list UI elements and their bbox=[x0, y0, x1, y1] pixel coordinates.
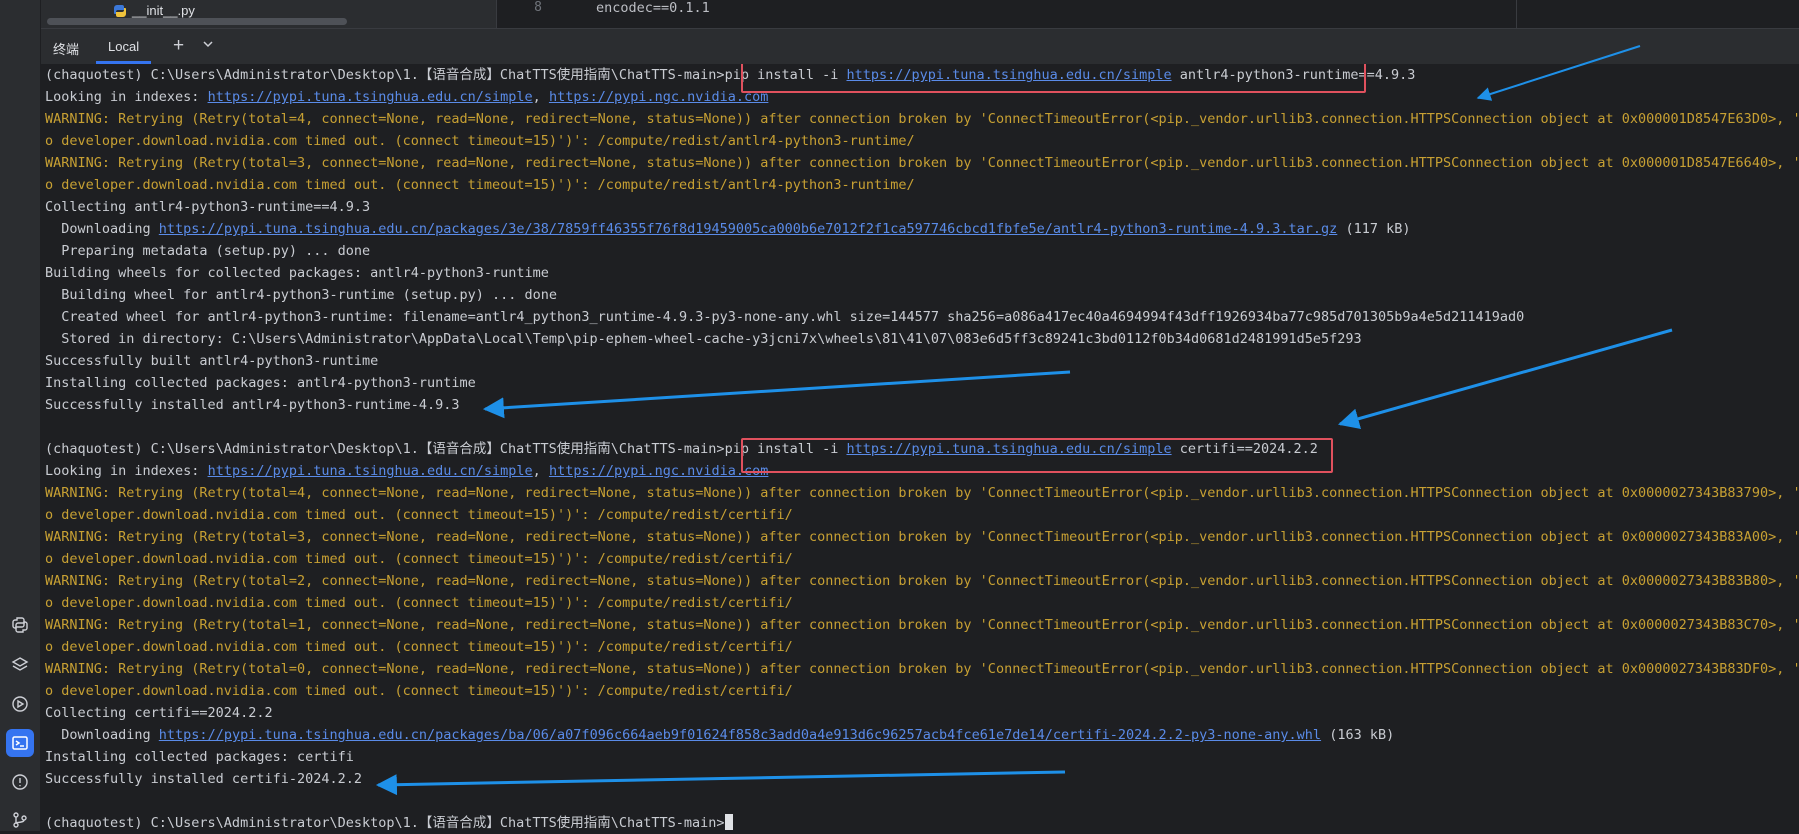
add-tab-icon[interactable]: + bbox=[173, 35, 184, 57]
warning-line: WARNING: Retrying (Retry(total=4, connec… bbox=[45, 111, 1799, 127]
line-number: 8 bbox=[534, 0, 542, 15]
download-link[interactable]: https://pypi.tuna.tsinghua.edu.cn/packag… bbox=[159, 727, 1321, 743]
terminal-line: Downloading https://pypi.tuna.tsinghua.e… bbox=[45, 218, 1410, 240]
python-file-icon bbox=[114, 5, 126, 17]
editor-code-line[interactable]: encodec==0.1.1 bbox=[596, 0, 710, 16]
terminal-text: Looking in indexes: bbox=[45, 463, 208, 479]
terminal-line: Building wheels for collected packages: … bbox=[45, 265, 549, 281]
run-icon[interactable] bbox=[6, 690, 34, 718]
top-editor-strip: __init__.py 8 encodec==0.1.1 bbox=[41, 0, 1799, 29]
index-url-link[interactable]: https://pypi.tuna.tsinghua.edu.cn/simple bbox=[208, 89, 533, 105]
terminal-line: Looking in indexes: https://pypi.tuna.ts… bbox=[45, 460, 768, 482]
terminal-cursor[interactable] bbox=[724, 814, 733, 830]
editor-divider bbox=[1516, 0, 1517, 28]
problems-icon[interactable] bbox=[6, 768, 34, 796]
terminal-line: Looking in indexes: https://pypi.tuna.ts… bbox=[45, 86, 768, 108]
project-file-item[interactable]: __init__.py bbox=[132, 3, 195, 18]
terminal-line: (chaquotest) C:\Users\Administrator\Desk… bbox=[45, 812, 733, 831]
chevron-down-icon[interactable] bbox=[201, 37, 215, 51]
terminal-line: Installing collected packages: antlr4-py… bbox=[45, 375, 476, 391]
download-size: (117 kB) bbox=[1337, 221, 1411, 237]
index-url-link[interactable]: https://pypi.tuna.tsinghua.edu.cn/simple bbox=[208, 463, 533, 479]
python-console-icon[interactable] bbox=[6, 611, 34, 639]
terminal-line: Stored in directory: C:\Users\Administra… bbox=[45, 331, 1362, 347]
terminal-output[interactable]: (chaquotest) C:\Users\Administrator\Desk… bbox=[41, 64, 1799, 831]
terminal-line: Created wheel for antlr4-python3-runtime… bbox=[45, 309, 1525, 325]
terminal-line: Preparing metadata (setup.py) ... done bbox=[45, 243, 371, 259]
extra-index-link[interactable]: https://pypi.ngc.nvidia.com bbox=[549, 463, 768, 479]
terminal-line: Building wheel for antlr4-python3-runtim… bbox=[45, 287, 558, 303]
terminal-line: Collecting antlr4-python3-runtime==4.9.3 bbox=[45, 199, 371, 215]
terminal-text: , bbox=[532, 89, 549, 105]
warning-line: o developer.download.nvidia.com timed ou… bbox=[45, 551, 793, 567]
git-icon[interactable] bbox=[6, 806, 34, 834]
warning-line: WARNING: Retrying (Retry(total=4, connec… bbox=[45, 485, 1799, 501]
terminal-icon[interactable] bbox=[6, 729, 34, 757]
warning-line: WARNING: Retrying (Retry(total=2, connec… bbox=[45, 573, 1799, 589]
warning-line: o developer.download.nvidia.com timed ou… bbox=[45, 639, 793, 655]
terminal-text: Downloading bbox=[45, 727, 159, 743]
terminal-tabbar: 终端 Local + bbox=[41, 29, 1799, 64]
terminal-text: Looking in indexes: bbox=[45, 89, 208, 105]
warning-line: o developer.download.nvidia.com timed ou… bbox=[45, 683, 793, 699]
warning-line: o developer.download.nvidia.com timed ou… bbox=[45, 177, 915, 193]
layers-icon[interactable] bbox=[6, 651, 34, 679]
project-scrollbar[interactable] bbox=[47, 18, 347, 25]
extra-index-link[interactable]: https://pypi.ngc.nvidia.com bbox=[549, 89, 768, 105]
terminal-line: Collecting certifi==2024.2.2 bbox=[45, 705, 273, 721]
editor-gutter: 8 bbox=[496, 0, 572, 28]
terminal-line: Successfully installed certifi-2024.2.2 bbox=[45, 771, 362, 787]
terminal-line: Successfully built antlr4-python3-runtim… bbox=[45, 353, 379, 369]
warning-line: WARNING: Retrying (Retry(total=3, connec… bbox=[45, 529, 1799, 545]
warning-line: WARNING: Retrying (Retry(total=3, connec… bbox=[45, 155, 1799, 171]
tool-window-title: 终端 bbox=[53, 42, 80, 57]
warning-line: WARNING: Retrying (Retry(total=1, connec… bbox=[45, 617, 1799, 633]
tab-local-label: Local bbox=[108, 39, 140, 54]
warning-line: o developer.download.nvidia.com timed ou… bbox=[45, 507, 793, 523]
warning-line: o developer.download.nvidia.com timed ou… bbox=[45, 133, 915, 149]
download-link[interactable]: https://pypi.tuna.tsinghua.edu.cn/packag… bbox=[159, 221, 1338, 237]
project-pane: __init__.py bbox=[41, 0, 496, 28]
terminal-line: Downloading https://pypi.tuna.tsinghua.e… bbox=[45, 724, 1394, 746]
download-size: (163 kB) bbox=[1321, 727, 1395, 743]
terminal-prompt: (chaquotest) C:\Users\Administrator\Desk… bbox=[45, 67, 725, 83]
terminal-prompt: (chaquotest) C:\Users\Administrator\Desk… bbox=[45, 441, 725, 457]
warning-line: o developer.download.nvidia.com timed ou… bbox=[45, 595, 793, 611]
warning-line: WARNING: Retrying (Retry(total=0, connec… bbox=[45, 661, 1799, 677]
terminal-text: Downloading bbox=[45, 221, 159, 237]
tab-local[interactable]: Local bbox=[96, 29, 152, 64]
terminal-line: Successfully installed antlr4-python3-ru… bbox=[45, 397, 460, 413]
highlight-box-cmd-2 bbox=[741, 438, 1333, 473]
left-tool-rail bbox=[0, 0, 41, 831]
terminal-line: Installing collected packages: certifi bbox=[45, 749, 354, 765]
terminal-text: , bbox=[532, 463, 549, 479]
highlight-box-cmd-1 bbox=[741, 64, 1366, 93]
terminal-prompt: (chaquotest) C:\Users\Administrator\Desk… bbox=[45, 815, 725, 831]
